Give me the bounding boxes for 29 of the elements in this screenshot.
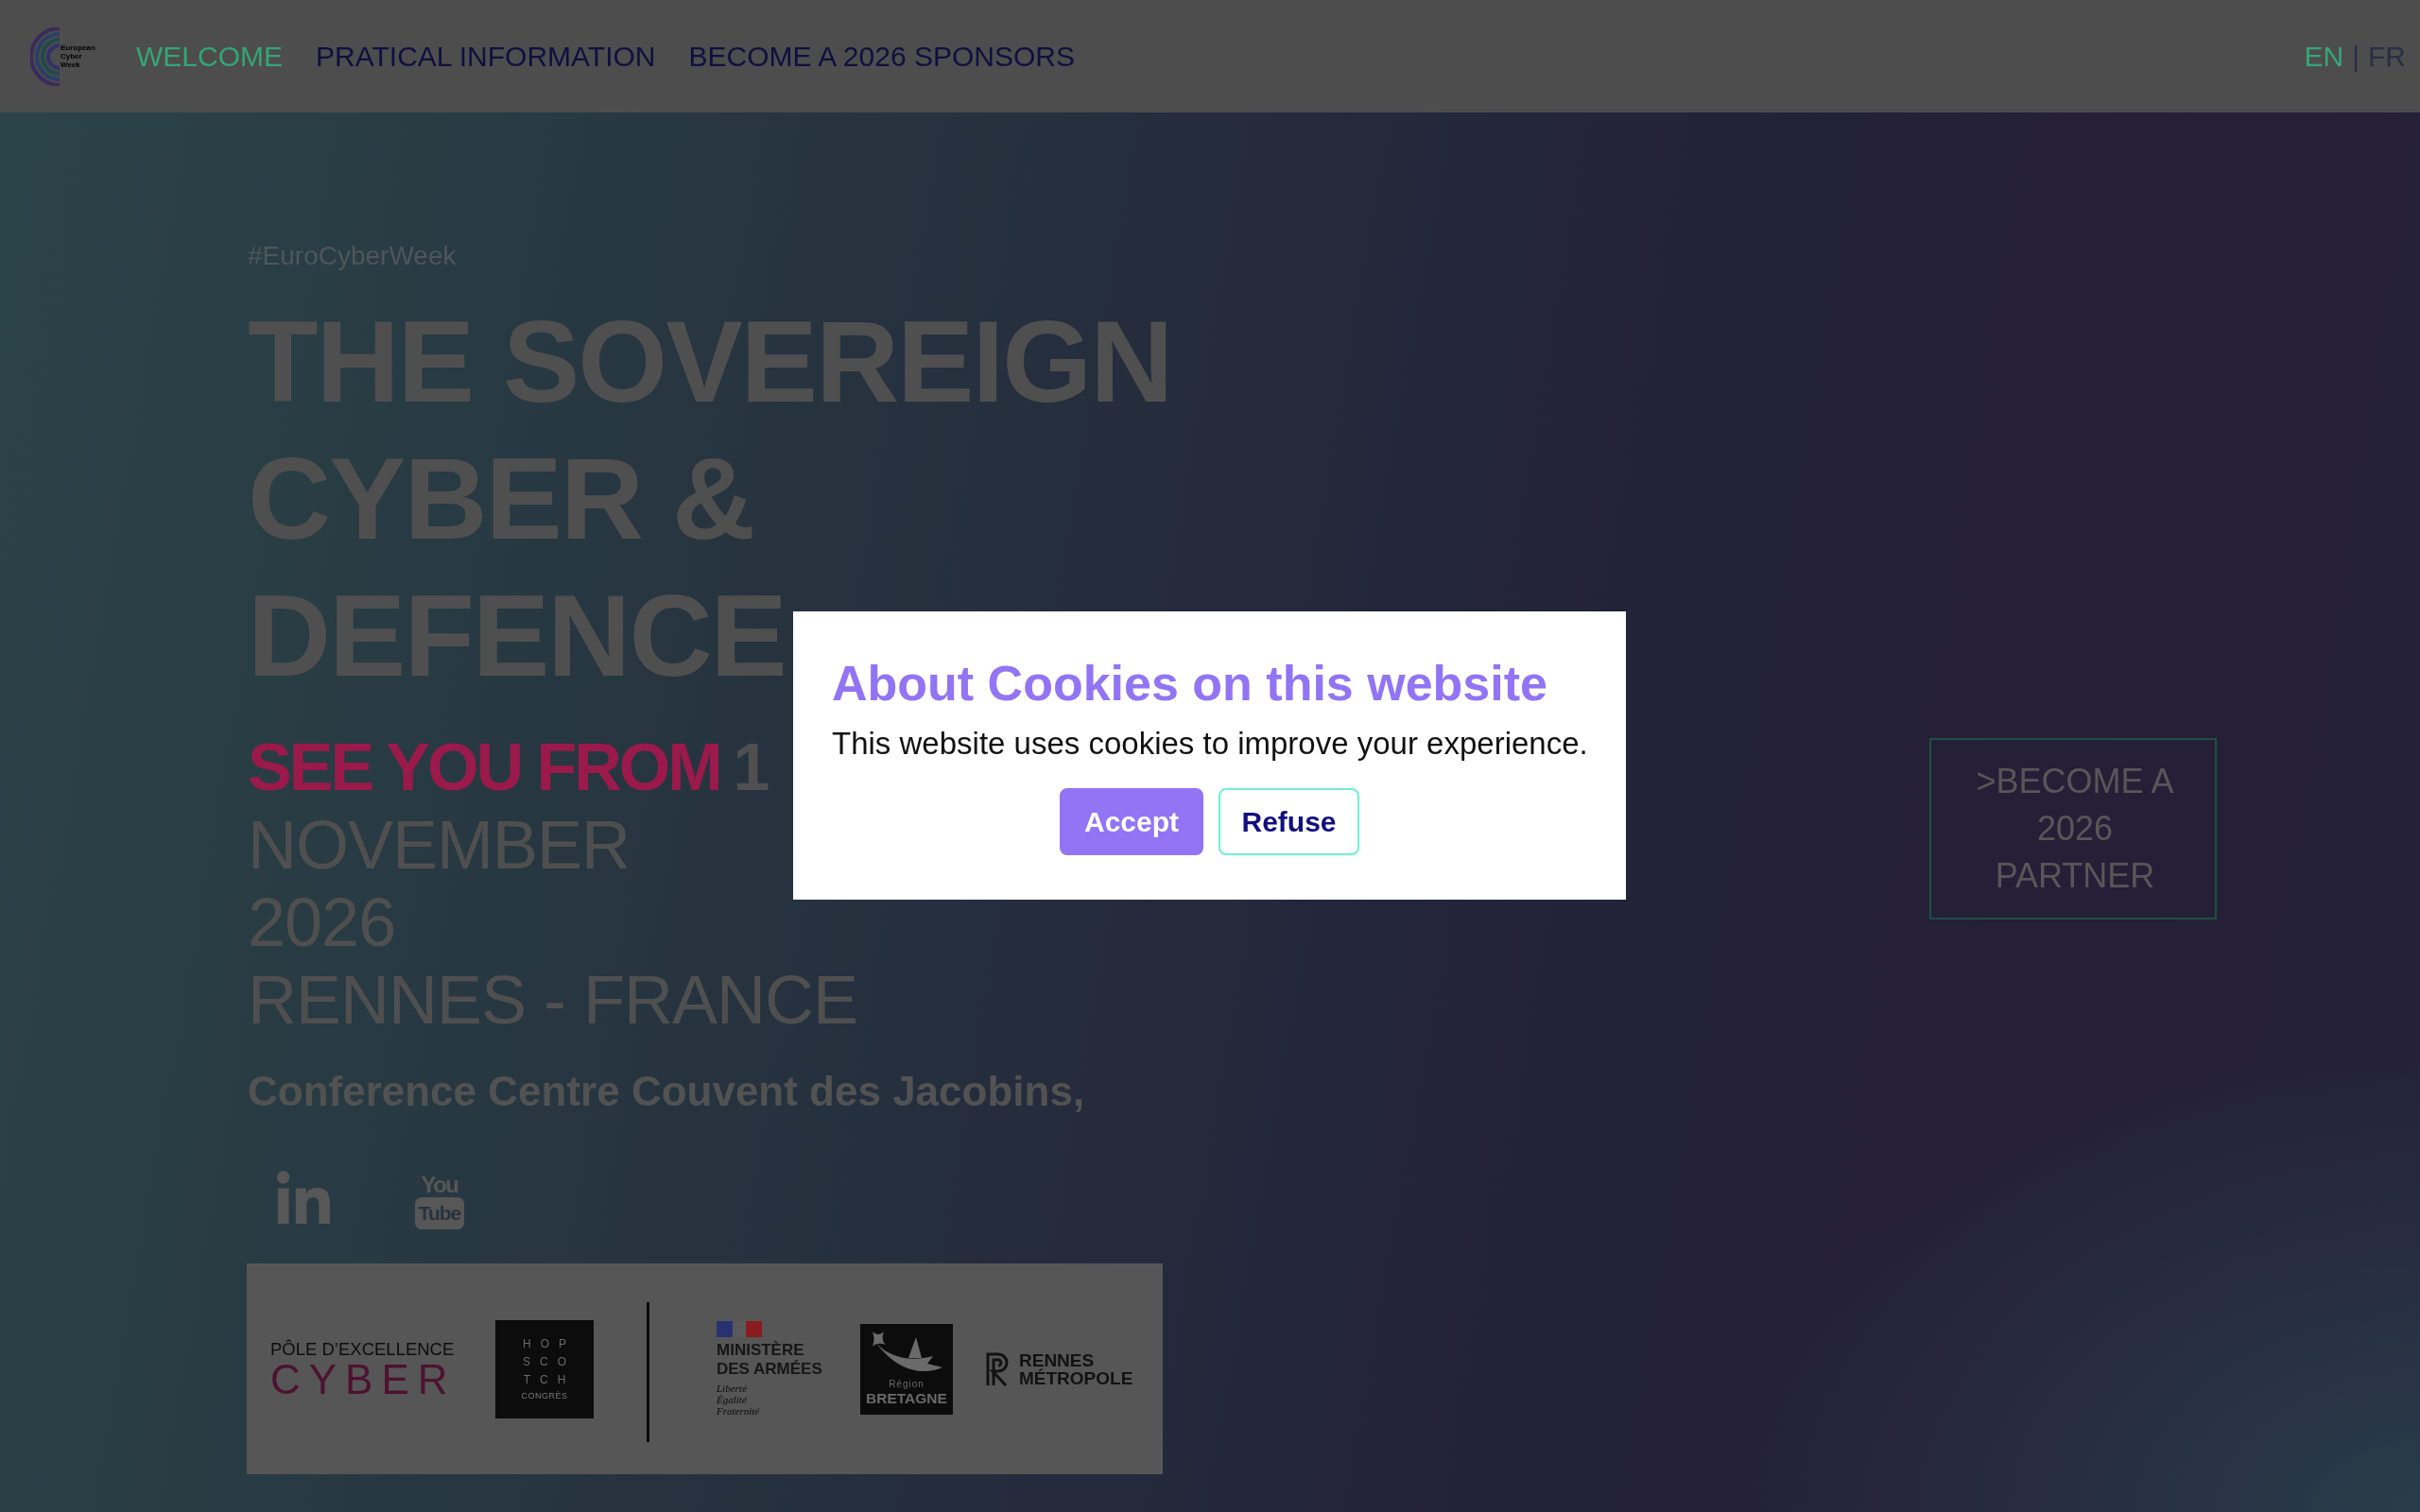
dialog-title: About Cookies on this website bbox=[832, 655, 1548, 712]
logo-text: TCH bbox=[523, 1371, 576, 1388]
nav-link[interactable]: WELCOME bbox=[136, 39, 283, 74]
logo-text: MINISTÈRE bbox=[717, 1341, 804, 1360]
refuse-button[interactable]: Refuse bbox=[1219, 788, 1359, 855]
logo-text: HOP bbox=[523, 1335, 576, 1352]
motto-text: Fraternité bbox=[717, 1405, 760, 1417]
nav-link[interactable]: BECOME A 2026 SPONSORS bbox=[688, 39, 1075, 74]
language-link[interactable]: EN bbox=[2304, 39, 2344, 74]
nav-link[interactable]: PRATICAL INFORMATION bbox=[316, 39, 656, 74]
logo-text: MÉTROPOLE bbox=[1019, 1368, 1133, 1387]
logo-text: European Cyber Week bbox=[60, 43, 96, 69]
flag-icon bbox=[717, 1321, 762, 1337]
logo-text: DES ARMÉES bbox=[717, 1360, 822, 1379]
motto-text: Égalité bbox=[717, 1394, 747, 1405]
logo-text: RENNES bbox=[1019, 1350, 1095, 1369]
logo-text: SCO bbox=[523, 1353, 576, 1370]
logo-text: CYBER bbox=[270, 1359, 458, 1400]
language-separator: | bbox=[2352, 39, 2360, 74]
date-highlight: SEE YOU FROM bbox=[248, 730, 720, 806]
logo-text: Région bbox=[889, 1378, 925, 1390]
dialog-text: This website uses cookies to improve your experience. bbox=[832, 725, 1587, 763]
accept-button[interactable]: Accept bbox=[1060, 788, 1203, 855]
logo-text: PÔLE D’EXCELLENCE bbox=[270, 1338, 456, 1360]
logo-icon[interactable] bbox=[30, 26, 60, 86]
logo-text: CONGRÈS bbox=[521, 1390, 568, 1401]
become-partner-button[interactable]: >BECOME A 2026 PARTNER bbox=[1929, 738, 2217, 919]
logo-text: BRETAGNE bbox=[866, 1389, 947, 1407]
motto-text: Liberté bbox=[717, 1383, 747, 1394]
